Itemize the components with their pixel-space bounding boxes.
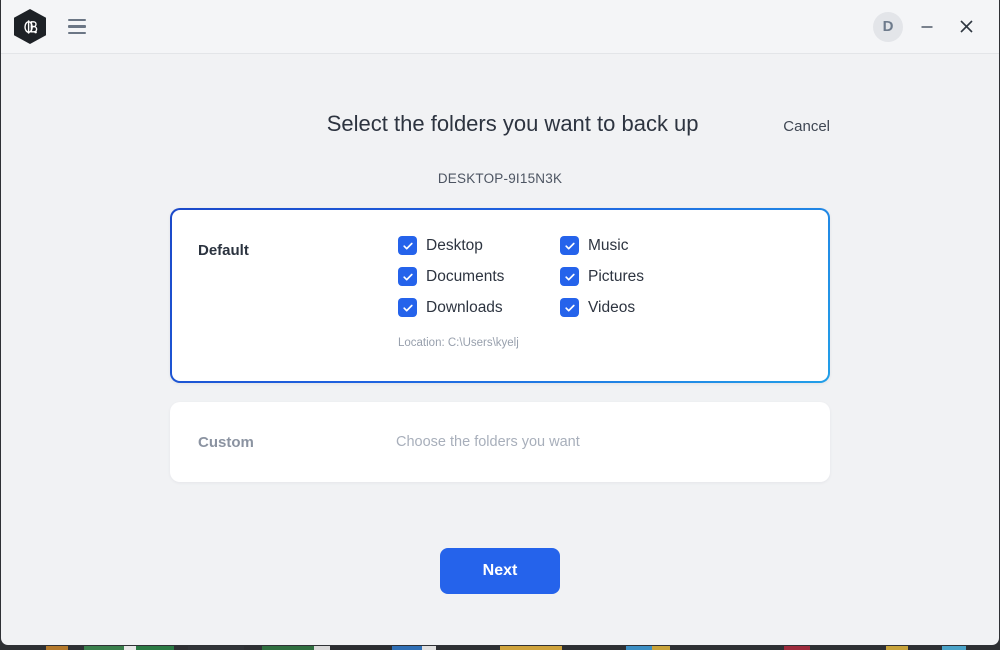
menu-bar-2 xyxy=(68,25,86,28)
device-name-label: DESKTOP-9I15N3K xyxy=(437,171,563,186)
custom-folders-card[interactable]: Custom Choose the folders you want xyxy=(170,402,830,482)
custom-section-label: Custom xyxy=(198,433,254,451)
default-folders-card[interactable]: Default Desktop Music Documents Pictures… xyxy=(170,208,830,383)
app-hexagon-logo-icon xyxy=(14,9,46,44)
avatar[interactable]: D xyxy=(873,11,903,42)
cancel-button[interactable]: Cancel xyxy=(783,118,830,135)
check-icon xyxy=(560,298,579,317)
check-icon xyxy=(560,267,579,286)
checkbox-pictures[interactable]: Pictures xyxy=(560,267,644,286)
folder-checkbox-grid: Desktop Music Documents Pictures Downloa… xyxy=(398,236,828,317)
location-label: Location: C:\Users\kyelj xyxy=(398,337,519,349)
checkbox-videos[interactable]: Videos xyxy=(560,298,635,317)
check-icon xyxy=(398,267,417,286)
minimize-icon[interactable] xyxy=(912,12,942,42)
default-checkbox-area: Desktop Music Documents Pictures Downloa… xyxy=(398,236,828,381)
checkbox-label: Pictures xyxy=(588,267,644,285)
desktop-background: D Select the folders you want to back up… xyxy=(0,0,1000,650)
check-icon xyxy=(398,236,417,255)
default-card-inner: Default Desktop Music Documents Pictures… xyxy=(172,210,828,381)
check-icon xyxy=(560,236,579,255)
hamburger-menu-icon[interactable] xyxy=(62,12,92,42)
checkbox-label: Videos xyxy=(588,298,636,316)
checkbox-label: Desktop xyxy=(426,236,483,254)
custom-section-hint: Choose the folders you want xyxy=(396,434,580,450)
backup-app-window: D Select the folders you want to back up… xyxy=(0,0,1000,646)
checkbox-music[interactable]: Music xyxy=(560,236,628,255)
checkbox-downloads[interactable]: Downloads xyxy=(398,298,503,317)
main-content: Select the folders you want to back up C… xyxy=(1,54,999,645)
next-button[interactable]: Next xyxy=(440,548,560,594)
checkbox-label: Documents xyxy=(426,267,505,285)
menu-bar-1 xyxy=(68,18,86,22)
page-title: Select the folders you want to back up xyxy=(326,111,699,136)
checkbox-desktop[interactable]: Desktop xyxy=(398,236,483,255)
title-bar: D xyxy=(1,0,999,54)
checkbox-label: Downloads xyxy=(426,298,503,316)
checkbox-label: Music xyxy=(588,236,629,254)
close-icon[interactable] xyxy=(951,12,981,42)
default-section-label: Default xyxy=(198,242,249,259)
heading-row: Select the folders you want to back up C… xyxy=(170,111,830,137)
check-icon xyxy=(398,298,417,317)
checkbox-documents[interactable]: Documents xyxy=(398,267,504,286)
menu-bar-3 xyxy=(68,31,86,35)
